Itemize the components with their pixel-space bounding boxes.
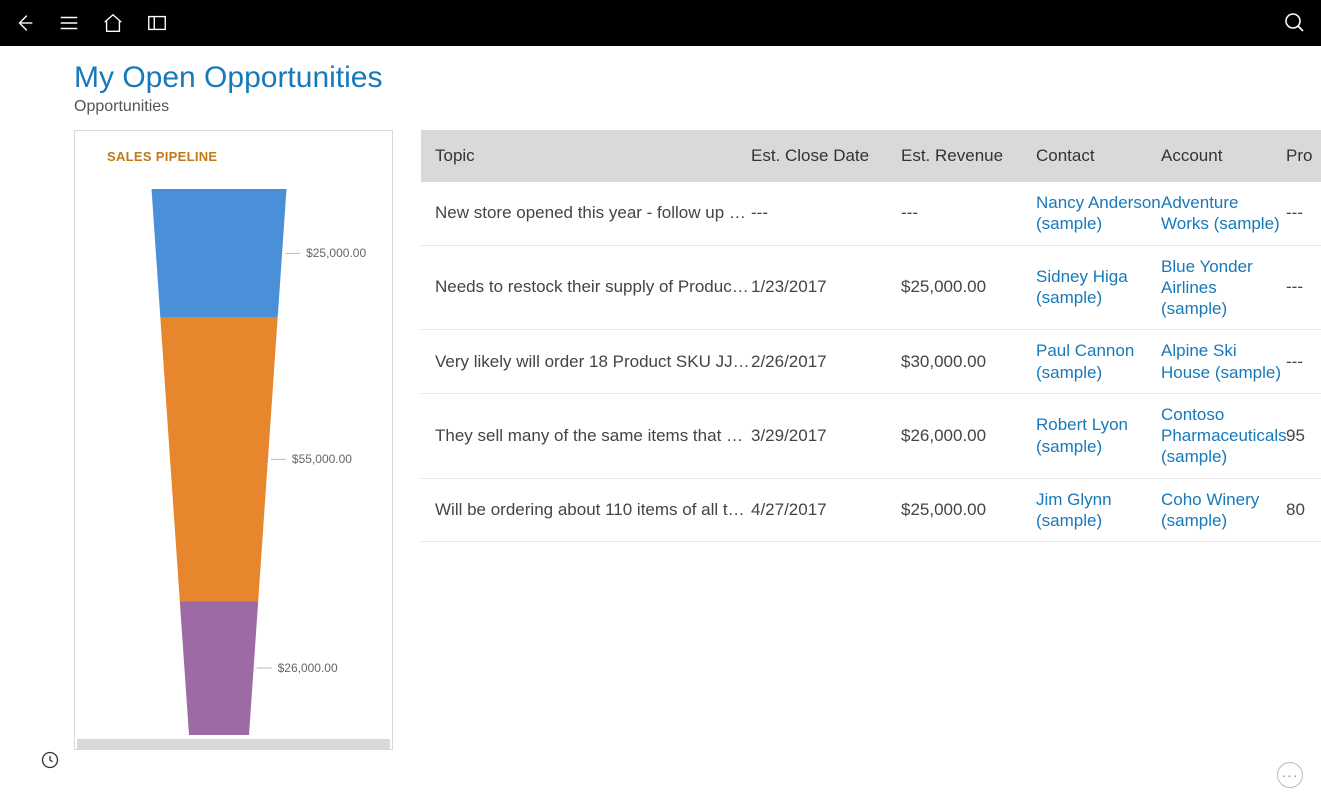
back-icon[interactable] xyxy=(14,12,36,34)
contact-link[interactable]: Jim Glynn (sample) xyxy=(1036,489,1161,532)
cell-date: 2/26/2017 xyxy=(751,352,901,372)
cell-account: Alpine Ski House (sample) xyxy=(1161,340,1286,383)
home-icon[interactable] xyxy=(102,12,124,34)
page: My Open Opportunities Opportunities SALE… xyxy=(0,46,1321,750)
funnel-label: $25,000.00 xyxy=(306,246,366,260)
cell-topic: Will be ordering about 110 items of all … xyxy=(421,500,751,520)
cell-probability: 95 xyxy=(1286,426,1321,446)
col-header-topic[interactable]: Topic xyxy=(421,146,751,166)
account-link[interactable]: Alpine Ski House (sample) xyxy=(1161,340,1286,383)
cell-date: 1/23/2017 xyxy=(751,277,901,297)
cell-contact: Paul Cannon (sample) xyxy=(1036,340,1161,383)
funnel-label: $26,000.00 xyxy=(278,661,338,675)
cell-account: Coho Winery (sample) xyxy=(1161,489,1286,532)
cell-revenue: $26,000.00 xyxy=(901,426,1036,446)
chart-panel: SALES PIPELINE $25,000.00 $55,000.00 $26,0… xyxy=(74,130,393,750)
menu-icon[interactable] xyxy=(58,12,80,34)
cell-date: 3/29/2017 xyxy=(751,426,901,446)
cell-probability: --- xyxy=(1286,203,1321,223)
panel-icon[interactable] xyxy=(146,12,168,34)
account-link[interactable]: Blue Yonder Airlines (sample) xyxy=(1161,256,1286,320)
cell-probability: --- xyxy=(1286,352,1321,372)
cell-topic: Very likely will order 18 Product SKU JJ… xyxy=(421,352,751,372)
cell-date: 4/27/2017 xyxy=(751,500,901,520)
opportunities-grid: Topic Est. Close Date Est. Revenue Conta… xyxy=(421,130,1321,542)
cell-contact: Robert Lyon (sample) xyxy=(1036,414,1161,457)
col-header-contact[interactable]: Contact xyxy=(1036,146,1161,166)
table-row[interactable]: They sell many of the same items that we… xyxy=(421,394,1321,479)
cell-contact: Nancy Anderson (sample) xyxy=(1036,192,1161,235)
chart-title: SALES PIPELINE xyxy=(75,131,392,164)
funnel: $25,000.00 $55,000.00 $26,000.00 xyxy=(75,189,392,727)
chart-scroll-bar[interactable] xyxy=(77,739,390,749)
grid-body: New store opened this year - follow up (… xyxy=(421,182,1321,542)
app-bar-left xyxy=(14,12,168,34)
table-row[interactable]: New store opened this year - follow up (… xyxy=(421,182,1321,246)
page-subtitle: Opportunities xyxy=(74,98,1321,116)
cell-probability: --- xyxy=(1286,277,1321,297)
table-row[interactable]: Very likely will order 18 Product SKU JJ… xyxy=(421,330,1321,394)
col-header-probability[interactable]: Pro xyxy=(1286,146,1321,166)
account-link[interactable]: Adventure Works (sample) xyxy=(1161,192,1286,235)
funnel-segment[interactable] xyxy=(180,601,258,735)
cell-contact: Jim Glynn (sample) xyxy=(1036,489,1161,532)
cell-account: Blue Yonder Airlines (sample) xyxy=(1161,256,1286,320)
col-header-revenue[interactable]: Est. Revenue xyxy=(901,146,1036,166)
search-icon[interactable] xyxy=(1283,11,1307,35)
cell-revenue: $30,000.00 xyxy=(901,352,1036,372)
cell-topic: Needs to restock their supply of Product… xyxy=(421,277,751,297)
refresh-icon[interactable] xyxy=(40,750,60,770)
cell-topic: New store opened this year - follow up (… xyxy=(421,203,751,223)
table-row[interactable]: Will be ordering about 110 items of all … xyxy=(421,479,1321,543)
funnel-label: $55,000.00 xyxy=(292,452,352,466)
cell-topic: They sell many of the same items that we… xyxy=(421,426,751,446)
account-link[interactable]: Contoso Pharmaceuticals (sample) xyxy=(1161,404,1287,468)
contact-link[interactable]: Robert Lyon (sample) xyxy=(1036,414,1161,457)
contact-link[interactable]: Paul Cannon (sample) xyxy=(1036,340,1161,383)
contact-link[interactable]: Sidney Higa (sample) xyxy=(1036,266,1161,309)
cell-contact: Sidney Higa (sample) xyxy=(1036,266,1161,309)
cell-revenue: $25,000.00 xyxy=(901,500,1036,520)
cell-date: --- xyxy=(751,203,901,223)
cell-revenue: --- xyxy=(901,203,1036,223)
funnel-segment[interactable] xyxy=(152,189,287,318)
more-icon[interactable]: ··· xyxy=(1277,762,1303,788)
app-bar xyxy=(0,0,1321,46)
cell-revenue: $25,000.00 xyxy=(901,277,1036,297)
cell-account: Contoso Pharmaceuticals (sample) xyxy=(1161,404,1286,468)
content: SALES PIPELINE $25,000.00 $55,000.00 $26,0… xyxy=(74,130,1321,750)
page-title: My Open Opportunities xyxy=(74,60,1321,96)
table-row[interactable]: Needs to restock their supply of Product… xyxy=(421,246,1321,331)
contact-link[interactable]: Nancy Anderson (sample) xyxy=(1036,192,1161,235)
funnel-segment[interactable] xyxy=(160,318,277,601)
account-link[interactable]: Coho Winery (sample) xyxy=(1161,489,1286,532)
cell-probability: 80 xyxy=(1286,500,1321,520)
col-header-date[interactable]: Est. Close Date xyxy=(751,146,901,166)
app-bar-right xyxy=(1283,11,1307,35)
col-header-account[interactable]: Account xyxy=(1161,146,1286,166)
grid-header: Topic Est. Close Date Est. Revenue Conta… xyxy=(421,130,1321,182)
cell-account: Adventure Works (sample) xyxy=(1161,192,1286,235)
